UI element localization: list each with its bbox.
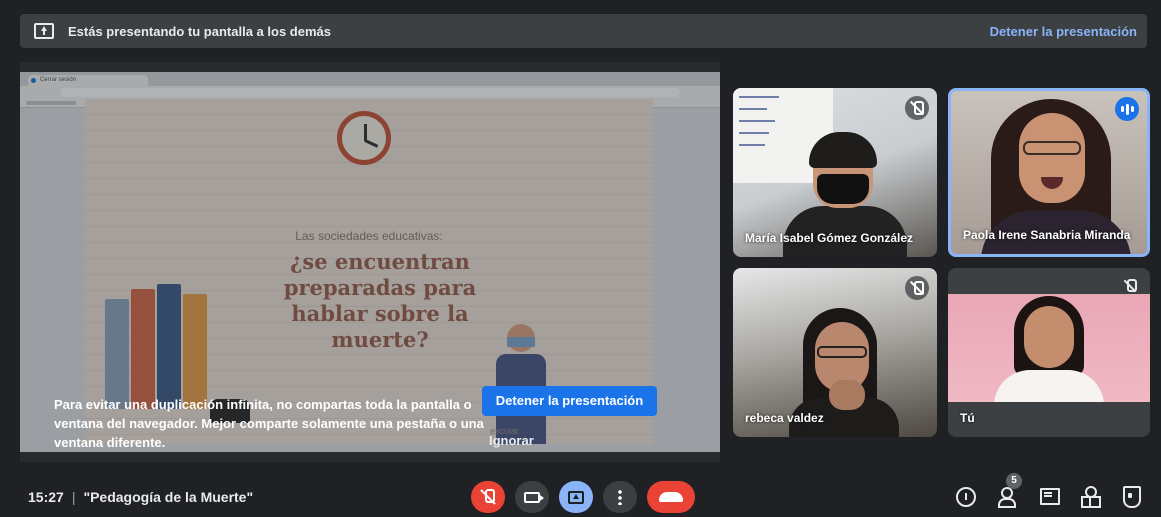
presenting-message: Estás presentando tu pantalla a los demá… <box>68 23 331 39</box>
leave-call-button[interactable] <box>647 481 695 513</box>
chat-icon[interactable] <box>1037 485 1061 509</box>
self-video <box>948 294 1150 402</box>
presenting-banner: Estás presentando tu pantalla a los demá… <box>20 14 1147 48</box>
stop-presenting-button[interactable]: Detener la presentación <box>482 386 657 416</box>
meeting-title: "Pedagogía de la Muerte" <box>83 489 254 505</box>
present-now-button[interactable] <box>559 481 593 513</box>
participant-name: Paola Irene Sanabria Miranda <box>963 228 1131 242</box>
participant-tile[interactable]: María Isabel Gómez González <box>733 88 937 257</box>
stop-presenting-link[interactable]: Detener la presentación <box>990 24 1137 39</box>
toggle-camera-button[interactable] <box>515 481 549 513</box>
camera-icon <box>524 491 544 503</box>
mic-off-icon <box>905 276 929 300</box>
separator: | <box>71 489 76 505</box>
bottom-control-bar: 15:27 | "Pedagogía de la Muerte" 5 <box>0 470 1161 517</box>
end-call-icon <box>659 492 683 502</box>
meeting-details-icon[interactable] <box>954 485 978 509</box>
more-options-button[interactable] <box>603 481 637 513</box>
clock-time: 15:27 <box>28 489 64 505</box>
speaking-indicator-icon <box>1115 97 1139 121</box>
participant-name: María Isabel Gómez González <box>745 231 914 245</box>
infinite-mirror-warning: Para evitar una duplicación infinita, no… <box>54 397 484 450</box>
mic-off-icon <box>1122 278 1138 294</box>
participant-name: rebeca valdez <box>745 411 824 425</box>
participant-tile[interactable]: Paola Irene Sanabria Miranda <box>948 88 1150 257</box>
self-tile[interactable]: Tú <box>948 268 1150 437</box>
toggle-microphone-button[interactable] <box>471 481 505 513</box>
people-count-badge: 5 <box>1006 473 1022 489</box>
present-screen-icon <box>568 490 584 504</box>
mic-off-icon <box>481 489 495 505</box>
more-options-icon <box>618 489 622 505</box>
mic-off-icon <box>905 96 929 120</box>
participant-tile[interactable]: rebeca valdez <box>733 268 937 437</box>
meeting-info: 15:27 | "Pedagogía de la Muerte" <box>28 489 253 505</box>
present-screen-icon <box>34 23 54 39</box>
ignore-button[interactable]: Ignorar <box>489 433 534 448</box>
participant-name: Tú <box>960 411 975 425</box>
activities-icon[interactable] <box>1078 485 1102 509</box>
host-controls-icon[interactable] <box>1119 485 1143 509</box>
